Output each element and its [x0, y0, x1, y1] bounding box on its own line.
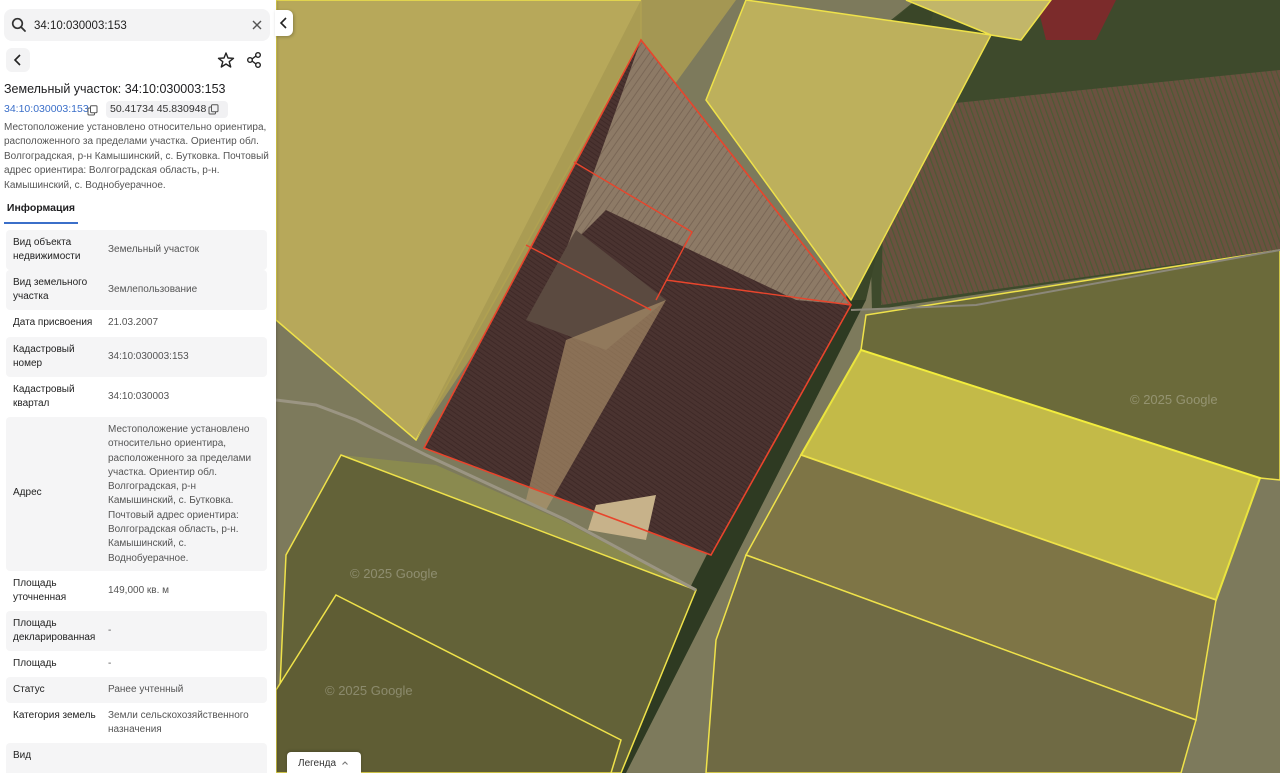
- row-key: Адрес: [13, 487, 42, 498]
- map-watermark: © 2025 Google: [1130, 392, 1218, 407]
- row-value: -: [108, 625, 112, 636]
- row-key: Статус: [13, 684, 45, 695]
- chevron-up-icon: [342, 761, 348, 765]
- row-key: Вид объекта недвижимости: [13, 237, 81, 263]
- search-icon: [11, 17, 26, 32]
- table-row: Адрес Местоположение установлено относит…: [6, 417, 267, 571]
- table-row: Категория земель Земли сельскохозяйствен…: [6, 703, 267, 743]
- star-icon: [217, 52, 235, 68]
- row-value: Местоположение установлено относительно …: [108, 424, 252, 564]
- table-row: Дата присвоения 21.03.2007: [6, 310, 267, 337]
- row-value: Ранее учтенный: [108, 684, 184, 695]
- table-row: Площадь -: [6, 651, 267, 677]
- row-value: Землепользование: [108, 284, 198, 295]
- row-key: Площадь уточненная: [13, 578, 67, 604]
- legend-button[interactable]: Легенда: [287, 752, 361, 773]
- row-key: Вид земельного участка: [13, 277, 88, 303]
- tab-information[interactable]: Информация: [4, 200, 78, 224]
- parcel-description: Местоположение установлено относительно …: [4, 122, 269, 191]
- id-row: 34:10:030003:153 50.41734 45.830948: [4, 101, 276, 118]
- share-button[interactable]: [242, 48, 266, 72]
- legend-label: Легенда: [298, 758, 337, 769]
- sidebar-panel: Земельный участок: 34:10:030003:153 34:1…: [0, 0, 276, 773]
- satellite-map[interactable]: [276, 0, 1280, 773]
- row-value: -: [108, 658, 112, 669]
- table-row: Вид: [6, 743, 267, 773]
- page-title: Земельный участок: 34:10:030003:153: [4, 82, 226, 96]
- collapse-sidebar-button[interactable]: [275, 10, 293, 36]
- map-watermark: © 2025 Google: [325, 683, 413, 698]
- row-value: Земли сельскохозяйственного назначения: [108, 710, 249, 736]
- row-value: 34:10:030003: [108, 391, 170, 402]
- favorite-button[interactable]: [214, 48, 238, 72]
- row-key: Кадастровый номер: [13, 344, 75, 370]
- coordinates-chip[interactable]: 50.41734 45.830948: [106, 101, 228, 118]
- chevron-left-icon: [13, 54, 21, 66]
- row-value: 149,000 кв. м: [108, 585, 170, 596]
- map-watermark: © 2025 Google: [350, 566, 438, 581]
- table-row: Площадь уточненная 149,000 кв. м: [6, 571, 267, 611]
- table-row: Статус Ранее учтенный: [6, 677, 267, 703]
- row-key: Площадь: [13, 658, 57, 669]
- row-key: Категория земель: [13, 710, 96, 721]
- copy-icon[interactable]: [87, 105, 98, 116]
- table-row: Кадастровый номер 34:10:030003:153: [6, 337, 267, 377]
- row-value: 34:10:030003:153: [108, 351, 189, 362]
- table-row: Вид объекта недвижимости Земельный участ…: [6, 230, 267, 270]
- row-key: Площадь декларированная: [13, 618, 96, 644]
- toolbar: [0, 46, 276, 76]
- row-key: Вид: [13, 750, 32, 761]
- search-bar[interactable]: [4, 9, 270, 41]
- row-key: Дата присвоения: [13, 317, 93, 328]
- table-row: Вид земельного участка Землепользование: [6, 270, 267, 310]
- table-row: Площадь декларированная -: [6, 611, 267, 651]
- share-icon: [246, 51, 261, 68]
- table-row: Кадастровый квартал 34:10:030003: [6, 377, 267, 417]
- row-value: Земельный участок: [108, 244, 200, 255]
- coordinates-text: 50.41734 45.830948: [110, 103, 207, 115]
- back-button[interactable]: [6, 48, 30, 72]
- chevron-left-icon: [279, 17, 287, 29]
- copy-icon[interactable]: [208, 104, 219, 115]
- row-key: Кадастровый квартал: [13, 384, 75, 410]
- row-value: 21.03.2007: [108, 317, 159, 328]
- search-input[interactable]: [32, 15, 246, 37]
- close-icon[interactable]: [250, 18, 264, 32]
- cadastral-number-link[interactable]: 34:10:030003:153: [4, 103, 89, 115]
- info-table: Вид объекта недвижимости Земельный участ…: [6, 230, 267, 773]
